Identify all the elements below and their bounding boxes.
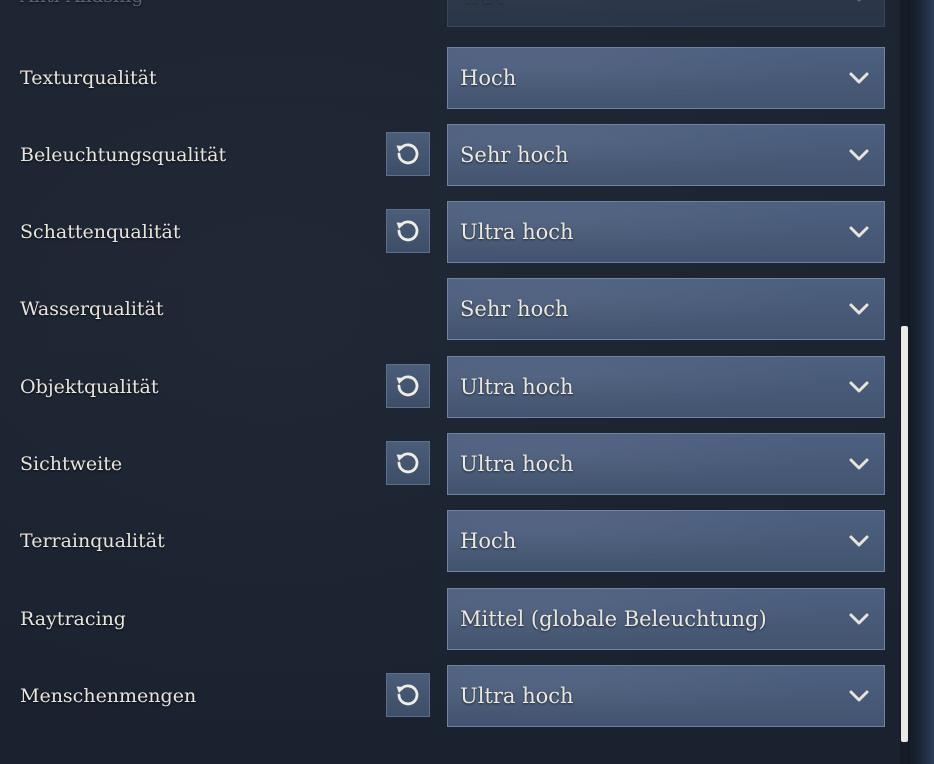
crowds-dropdown[interactable]: Ultra hoch (447, 665, 885, 727)
chevron-down-icon (849, 535, 869, 547)
chevron-down-icon (849, 72, 869, 84)
reset-icon (396, 375, 419, 397)
setting-label: Menschenmengen (20, 685, 197, 707)
chevron-down-icon (849, 303, 869, 315)
setting-label: Wasserqualität (20, 298, 164, 320)
dropdown-value: Hoch (460, 66, 517, 90)
reset-button[interactable] (386, 364, 430, 408)
setting-label: Anti-Aliasing (20, 0, 144, 27)
dropdown-value: Ultra hoch (460, 684, 574, 708)
setting-row-raytracing: Raytracing Mittel (globale Beleuchtung) (0, 588, 900, 650)
setting-row-water-quality: Wasserqualität Sehr hoch (0, 278, 900, 340)
graphics-settings-panel: Anti-Aliasing TAA Texturqualität Hoch Be… (0, 0, 908, 764)
anti-aliasing-dropdown[interactable]: TAA (447, 0, 885, 27)
chevron-down-icon (849, 613, 869, 625)
dropdown-value: TAA (460, 0, 503, 26)
reset-icon (396, 220, 419, 242)
reset-icon (396, 143, 419, 165)
setting-label: Beleuchtungsqualität (20, 144, 227, 166)
dropdown-value: Ultra hoch (460, 220, 574, 244)
setting-row-view-distance: Sichtweite Ultra hoch (0, 433, 900, 495)
setting-label: Sichtweite (20, 453, 123, 475)
scrollbar-thumb[interactable] (901, 326, 908, 742)
setting-row-lighting-quality: Beleuchtungsqualität Sehr hoch (0, 124, 900, 186)
setting-label: Texturqualität (20, 67, 157, 89)
setting-row-shadow-quality: Schattenqualität Ultra hoch (0, 201, 900, 263)
setting-row-terrain-quality: Terrainqualität Hoch (0, 510, 900, 572)
setting-label: Terrainqualität (20, 530, 165, 552)
window-edge (908, 0, 934, 764)
setting-label: Schattenqualität (20, 221, 181, 243)
chevron-down-icon (856, 0, 862, 2)
reset-button[interactable] (386, 673, 430, 717)
reset-icon (396, 684, 419, 706)
dropdown-value: Sehr hoch (460, 297, 569, 321)
chevron-down-icon (849, 149, 869, 161)
chevron-down-icon (849, 690, 869, 702)
reset-button[interactable] (386, 132, 430, 176)
dropdown-value: Hoch (460, 529, 517, 553)
texture-quality-dropdown[interactable]: Hoch (447, 47, 885, 109)
raytracing-dropdown[interactable]: Mittel (globale Beleuchtung) (447, 588, 885, 650)
chevron-down-icon (849, 458, 869, 470)
terrain-quality-dropdown[interactable]: Hoch (447, 510, 885, 572)
dropdown-value: Sehr hoch (460, 143, 569, 167)
reset-button[interactable] (386, 441, 430, 485)
setting-row-anti-aliasing: Anti-Aliasing TAA (0, 0, 900, 27)
dropdown-value: Ultra hoch (460, 452, 574, 476)
reset-button[interactable] (386, 209, 430, 253)
dropdown-value: Ultra hoch (460, 375, 574, 399)
object-quality-dropdown[interactable]: Ultra hoch (447, 356, 885, 418)
setting-label: Objektqualität (20, 376, 159, 398)
reset-icon (396, 452, 419, 474)
setting-row-texture-quality: Texturqualität Hoch (0, 47, 900, 109)
shadow-quality-dropdown[interactable]: Ultra hoch (447, 201, 885, 263)
chevron-down-icon (849, 381, 869, 393)
dropdown-value: Mittel (globale Beleuchtung) (460, 607, 767, 631)
setting-label: Raytracing (20, 608, 126, 630)
water-quality-dropdown[interactable]: Sehr hoch (447, 278, 885, 340)
setting-row-crowds: Menschenmengen Ultra hoch (0, 665, 900, 727)
setting-row-object-quality: Objektqualität Ultra hoch (0, 356, 900, 418)
view-distance-dropdown[interactable]: Ultra hoch (447, 433, 885, 495)
chevron-down-icon (849, 226, 869, 238)
lighting-quality-dropdown[interactable]: Sehr hoch (447, 124, 885, 186)
